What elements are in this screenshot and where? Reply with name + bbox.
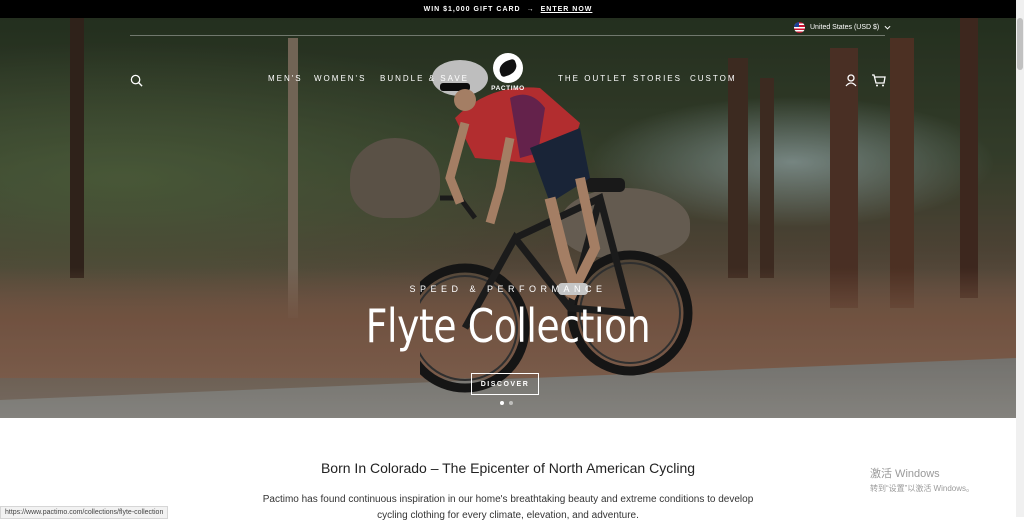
announcement-bar: WIN $1,000 GIFT CARD → ENTER NOW <box>0 0 1016 18</box>
enter-now-link[interactable]: ENTER NOW <box>541 6 593 13</box>
nav-womens[interactable]: WOMEN'S <box>314 74 366 83</box>
cart-icon[interactable] <box>871 74 886 87</box>
slide-dot-2[interactable] <box>509 401 513 405</box>
intro-heading: Born In Colorado – The Epicenter of Nort… <box>320 460 696 476</box>
hero-subtitle: SPEED & PERFORMANCE <box>409 284 607 294</box>
account-icon[interactable] <box>845 74 857 87</box>
pactimo-logo[interactable]: PACTIMO <box>488 53 528 92</box>
page-scrollbar[interactable] <box>1016 0 1024 517</box>
scrollbar-thumb[interactable] <box>1017 18 1023 70</box>
nav-stories[interactable]: STORIES <box>633 74 682 83</box>
hero-banner[interactable]: United States (USD $) MEN'S WOMEN'S BUND… <box>0 18 1016 418</box>
watermark-line-2: 转到“设置”以激活 Windows。 <box>870 484 975 493</box>
watermark-line-1: 激活 Windows <box>870 468 940 480</box>
status-bar-url: https://www.pactimo.com/collections/flyt… <box>0 506 169 519</box>
logo-wordmark: PACTIMO <box>491 85 525 92</box>
nav-custom[interactable]: CUSTOM <box>690 74 737 83</box>
us-flag-icon <box>794 22 805 33</box>
pactimo-logo-mark <box>493 53 523 83</box>
hero-title: Flyte Collection <box>365 299 651 353</box>
announcement-text: WIN $1,000 GIFT CARD <box>423 5 521 13</box>
chevron-down-icon <box>884 25 891 30</box>
currency-label: United States (USD $) <box>810 24 880 31</box>
slide-dot-1[interactable] <box>500 401 504 405</box>
currency-selector[interactable]: United States (USD $) <box>794 22 891 33</box>
search-icon[interactable] <box>130 74 143 87</box>
slider-dots <box>500 401 513 405</box>
nav-bundle-save[interactable]: BUNDLE & SAVE <box>380 74 469 83</box>
hero-text: SPEED & PERFORMANCE Flyte Collection <box>0 284 1016 353</box>
discover-button[interactable]: DISCOVER <box>471 373 539 395</box>
nav-mens[interactable]: MEN'S <box>268 74 303 83</box>
windows-activation-watermark: 激活 Windows 转到“设置”以激活 Windows。 <box>870 465 974 494</box>
arrow-right-icon: → <box>526 5 535 13</box>
nav-the-outlet[interactable]: THE OUTLET <box>558 74 628 83</box>
intro-body: Pactimo has found continuous inspiration… <box>262 494 754 521</box>
